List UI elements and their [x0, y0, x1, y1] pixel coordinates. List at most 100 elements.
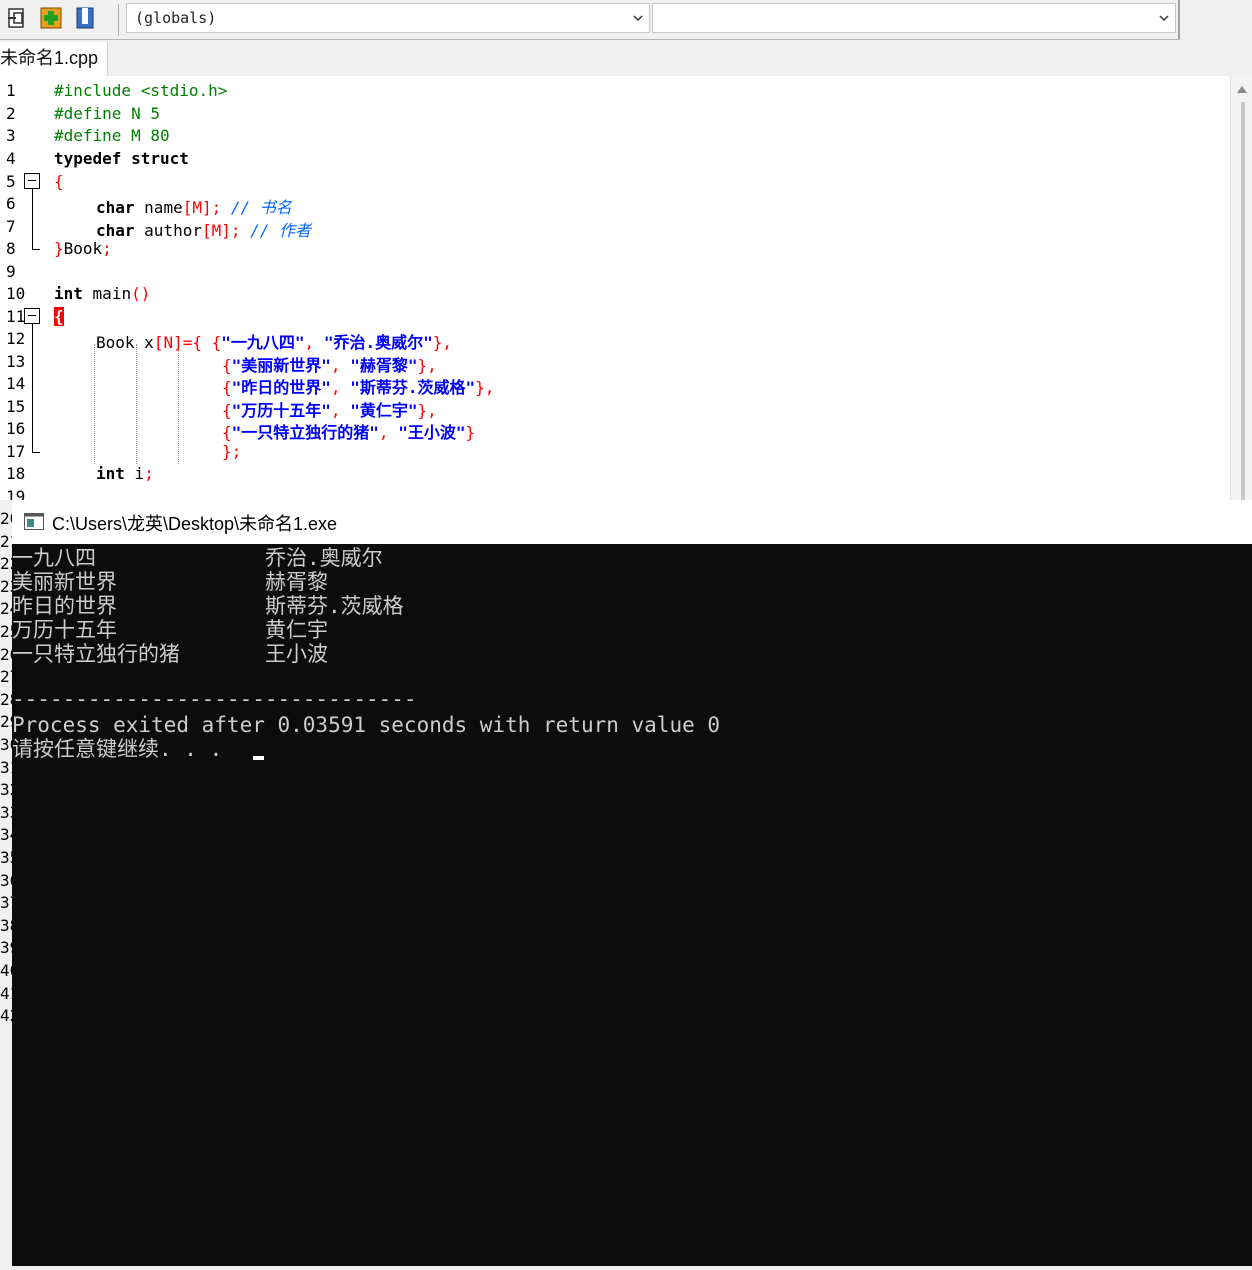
- console-row-author: 王小波: [265, 642, 328, 666]
- fold-line: [32, 189, 33, 249]
- string-literal: "万历十五年": [231, 401, 331, 420]
- line-number: 25: [0, 622, 12, 641]
- code-line-12: Book x[N]={ {"一九八四", "乔治.奥威尔"},: [96, 333, 452, 352]
- line-number: 42: [0, 1006, 12, 1026]
- line-number: 34: [0, 825, 12, 845]
- line-number: 36: [0, 870, 12, 890]
- code-line-2: #define N 5: [54, 104, 160, 123]
- line-number: 21: [0, 531, 12, 551]
- line-number: 37: [0, 893, 12, 913]
- line-number: 2: [6, 104, 16, 123]
- console-row-title: 昨日的世界: [12, 594, 117, 618]
- member-combo[interactable]: [652, 3, 1176, 33]
- console-window[interactable]: C:\Users\龙英\Desktop\未命名1.exe 一九八四 乔治.奥威尔美…: [12, 500, 1252, 1270]
- line-number: 32: [0, 780, 12, 800]
- string-literal: "黄仁宇": [350, 401, 418, 420]
- console-title-bar[interactable]: C:\Users\龙英\Desktop\未命名1.exe: [12, 500, 1252, 544]
- add-bookmark-icon[interactable]: [38, 5, 64, 31]
- string-literal: "乔治.奥威尔": [323, 333, 433, 352]
- tab-strip: 未命名1.cpp: [0, 40, 1252, 76]
- fold-end: [32, 249, 40, 250]
- code-line-14: {"昨日的世界", "斯蒂芬.茨威格"},: [222, 378, 495, 397]
- string-literal: "一只特立独行的猪": [231, 423, 379, 442]
- line-number: 30: [0, 735, 12, 754]
- comment: // 作者: [250, 221, 312, 240]
- code-line-17: };: [222, 442, 242, 461]
- scope-combo[interactable]: (globals): [126, 3, 650, 33]
- line-number: 40: [0, 961, 12, 980]
- fold-line: [32, 324, 33, 452]
- toolbar-separator: [118, 4, 119, 36]
- code-editor[interactable]: 1 2 3 4 5 6 7 8 9 10 11 12 13 14 15 16 17 18 19 #include <…: [0, 76, 1230, 500]
- console-row-title: 美丽新世界: [12, 570, 117, 594]
- string-literal: "昨日的世界": [231, 378, 331, 397]
- chevron-down-icon: [633, 15, 643, 22]
- tab-file[interactable]: 未命名1.cpp: [0, 42, 108, 76]
- string-literal: "赫胥黎": [350, 356, 418, 375]
- console-cursor: [253, 756, 264, 760]
- code-line-16: {"一只特立独行的猪", "王小波"}: [222, 423, 476, 442]
- line-number: 38: [0, 915, 12, 935]
- identifier: main: [92, 284, 132, 303]
- line-number: 18: [6, 464, 26, 483]
- line-number: 23: [0, 576, 12, 596]
- string-literal: "一九八四": [221, 333, 305, 352]
- line-number: 10: [6, 284, 26, 303]
- symbol: [M];: [201, 221, 241, 240]
- console-exit-message: Process exited after 0.03591 seconds wit…: [12, 713, 721, 737]
- bookmark-icon[interactable]: [72, 5, 98, 31]
- code-line-5: {: [54, 172, 64, 191]
- fold-toggle-struct[interactable]: [24, 173, 40, 189]
- line-number: 22: [0, 554, 12, 574]
- code-line-13: {"美丽新世界", "赫胥黎"},: [222, 356, 437, 375]
- code-line-15: {"万历十五年", "黄仁宇"},: [222, 401, 437, 420]
- symbol: (): [131, 284, 151, 303]
- line-number: 24: [0, 599, 12, 619]
- toolbar-edge: [1178, 0, 1180, 40]
- line-number: 26: [0, 644, 12, 664]
- scroll-up-icon[interactable]: [1235, 84, 1249, 96]
- line-number: 29: [0, 712, 12, 732]
- console-row-title: 一只特立独行的猪: [12, 642, 180, 666]
- code-line-7: char author[M]; // 作者: [96, 217, 311, 241]
- console-row-title: 万历十五年: [12, 618, 117, 642]
- keyword: char: [96, 221, 135, 240]
- line-number: 1: [6, 81, 16, 100]
- keyword: char: [96, 198, 135, 217]
- fold-toggle-main[interactable]: [24, 308, 40, 324]
- line-number: 31: [0, 757, 12, 777]
- keyword: int: [54, 284, 83, 303]
- identifier: i: [134, 464, 145, 483]
- matched-brace: {: [54, 307, 64, 326]
- console-separator: --------------------------------: [12, 687, 417, 711]
- console-row-author: 黄仁宇: [265, 618, 328, 642]
- identifier: Book: [63, 239, 103, 258]
- string-literal: "斯蒂芬.茨威格": [350, 378, 476, 397]
- identifier: x: [144, 333, 154, 352]
- chevron-down-icon: [1159, 15, 1169, 22]
- scrollbar-thumb[interactable]: [1241, 102, 1245, 502]
- line-number: 28: [0, 689, 12, 709]
- symbol: ;: [102, 239, 112, 258]
- console-row-author: 乔治.奥威尔: [265, 546, 383, 570]
- line-number: 27: [0, 667, 12, 687]
- goto-icon[interactable]: [4, 5, 30, 31]
- identifier: name: [144, 198, 183, 217]
- symbol: [M];: [182, 198, 222, 217]
- indent-guide: [94, 344, 95, 464]
- code-line-8: }Book;: [54, 239, 112, 258]
- line-number: 3: [6, 126, 16, 145]
- editor-vertical-scrollbar[interactable]: [1230, 76, 1252, 502]
- console-output[interactable]: 一九八四 乔治.奥威尔 美丽新世界 赫胥黎 昨日的世界 斯蒂芬.茨威格 万历十五年 黄仁宇 一只…: [12, 544, 1252, 1266]
- line-number: 33: [0, 802, 12, 822]
- line-number: 20: [0, 509, 12, 528]
- toolbar: (globals): [0, 0, 1252, 40]
- indent-guide: [178, 344, 179, 464]
- identifier: Book: [96, 333, 135, 352]
- line-number: 41: [0, 983, 12, 1003]
- code-line-10: int main(): [54, 284, 150, 303]
- code-line-11: {: [54, 307, 64, 326]
- keyword: typedef: [54, 149, 122, 168]
- line-number: 39: [0, 938, 12, 958]
- console-app-icon: [24, 513, 44, 530]
